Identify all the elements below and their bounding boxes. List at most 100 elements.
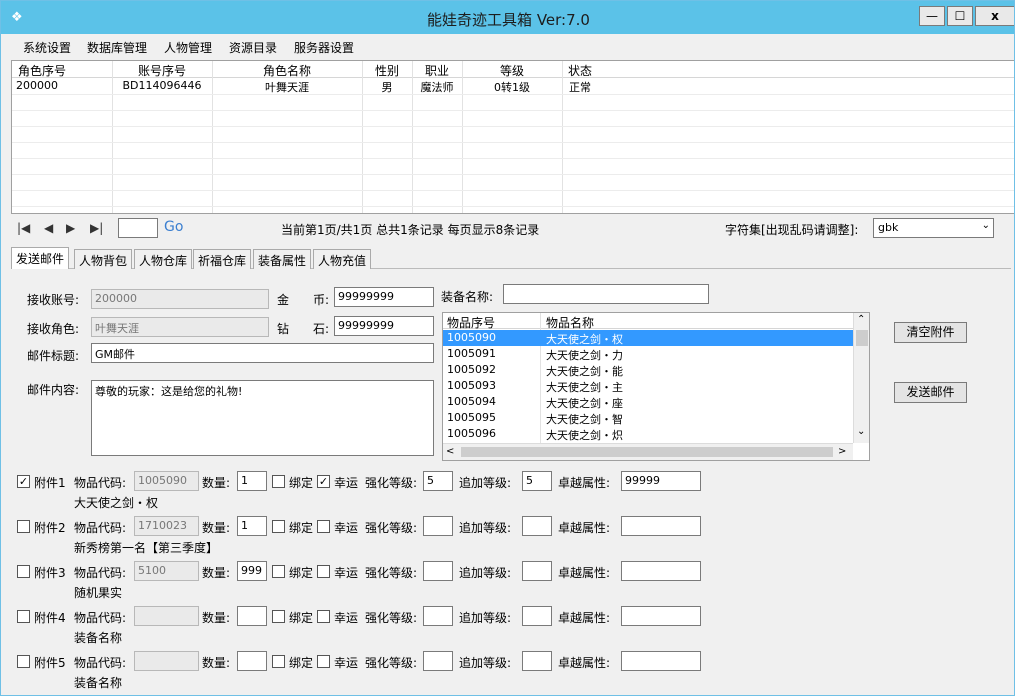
attachment-2-luck-checkbox[interactable] [317,520,330,533]
attachment-5-code-input[interactable] [134,651,199,671]
attachment-5-bind-checkbox[interactable] [272,655,285,668]
col-class[interactable]: 职业 [412,62,462,79]
attachment-4-bind-checkbox[interactable] [272,610,285,623]
list-item[interactable]: 1005091 大天使之剑・力 [443,346,853,362]
menu-character[interactable]: 人物管理 [164,39,212,56]
menu-database[interactable]: 数据库管理 [87,39,147,56]
attachment-1-enhance-input[interactable]: 5 [423,471,453,491]
attachment-3-add-input[interactable] [522,561,552,581]
col-role-id[interactable]: 角色序号 [14,62,110,79]
list-item[interactable]: 1005096 大天使之剑・炽 [443,426,853,442]
attachment-4-enhance-input[interactable] [423,606,453,626]
scroll-thumb[interactable] [856,330,868,346]
maximize-button[interactable]: ☐ [947,6,973,26]
attachment-3-checkbox[interactable] [17,565,30,578]
col-gender[interactable]: 性别 [362,62,412,79]
tab-inventory[interactable]: 人物背包 [74,249,133,269]
attachment-1-add-input[interactable]: 5 [522,471,552,491]
tab-equipment-attributes[interactable]: 装备属性 [253,249,312,269]
col-level[interactable]: 等级 [462,62,562,79]
list-item[interactable]: 1005094 大天使之剑・座 [443,394,853,410]
chevron-right-icon[interactable]: > [838,446,846,457]
attachment-2-code-input[interactable]: 1710023 [134,516,199,536]
list-item[interactable]: 1005090 大天使之剑・权 [443,330,853,346]
tab-warehouse[interactable]: 人物仓库 [134,249,193,269]
attachment-4-excellent-input[interactable] [621,606,701,626]
col-item-name[interactable]: 物品名称 [546,314,594,331]
attachment-5-excellent-input[interactable] [621,651,701,671]
col-status[interactable]: 状态 [562,62,598,79]
scroll-thumb[interactable] [461,447,833,457]
col-account-id[interactable]: 账号序号 [112,62,212,79]
menu-server-settings[interactable]: 服务器设置 [294,39,354,56]
attachment-3-excellent-input[interactable] [621,561,701,581]
attachment-3-code-input[interactable]: 5100 [134,561,199,581]
table-cell[interactable]: 魔法师 [412,79,462,95]
attachment-1-bind-checkbox[interactable] [272,475,285,488]
vertical-scrollbar[interactable]: ⌃ ⌄ [853,313,869,443]
menu-resources[interactable]: 资源目录 [229,39,277,56]
chevron-left-icon[interactable]: < [446,446,454,457]
attachment-4-add-input[interactable] [522,606,552,626]
minimize-button[interactable]: — [919,6,945,26]
gold-input[interactable]: 99999999 [334,287,434,307]
tab-send-mail[interactable]: 发送邮件 [11,247,70,269]
chevron-up-icon[interactable]: ⌃ [857,314,865,325]
attachment-5-enhance-input[interactable] [423,651,453,671]
attachment-3-enhance-input[interactable] [423,561,453,581]
list-item[interactable]: 1005095 大天使之剑・智 [443,410,853,426]
menu-system-settings[interactable]: 系统设置 [23,39,71,56]
attachment-1-checkbox[interactable]: ✓ [17,475,30,488]
page-number-input[interactable] [118,218,158,238]
tab-blessing-warehouse[interactable]: 祈福仓库 [193,249,252,269]
attachment-5-checkbox[interactable] [17,655,30,668]
attachment-3-qty-input[interactable]: 999 [237,561,267,581]
close-button[interactable]: x [975,6,1014,26]
recv-role-input[interactable]: 叶舞天涯 [91,317,269,337]
attachment-2-bind-checkbox[interactable] [272,520,285,533]
diamond-input[interactable]: 99999999 [334,316,434,336]
table-cell[interactable]: BD114096446 [112,79,212,92]
equip-name-input[interactable] [503,284,709,304]
prev-page-icon[interactable]: ◀ [44,221,53,235]
character-grid[interactable]: 角色序号 账号序号 角色名称 性别 职业 等级 状态 200000 BD1140… [11,60,1014,214]
list-item[interactable]: 1005093 大天使之剑・主 [443,378,853,394]
charset-select[interactable]: gbk ⌄ [873,218,994,238]
attachment-1-code-input[interactable]: 1005090 [134,471,199,491]
attachment-2-qty-input[interactable]: 1 [237,516,267,536]
attachment-1-excellent-input[interactable]: 99999 [621,471,701,491]
attachment-2-add-input[interactable] [522,516,552,536]
table-cell[interactable]: 男 [362,79,412,95]
attachment-4-code-input[interactable] [134,606,199,626]
send-mail-button[interactable]: 发送邮件 [894,382,967,403]
item-list[interactable]: 物品序号 物品名称 1005090 大天使之剑・权 1005091 大天使之剑・力 10… [442,312,870,461]
subject-input[interactable]: GM邮件 [91,343,434,363]
attachment-5-add-input[interactable] [522,651,552,671]
attachment-3-luck-checkbox[interactable] [317,565,330,578]
attachment-2-excellent-input[interactable] [621,516,701,536]
chevron-down-icon[interactable]: ⌄ [857,426,865,437]
attachment-5-luck-checkbox[interactable] [317,655,330,668]
attachment-1-luck-checkbox[interactable]: ✓ [317,475,330,488]
col-role-name[interactable]: 角色名称 [212,62,362,79]
attachment-1-qty-input[interactable]: 1 [237,471,267,491]
table-cell[interactable]: 正常 [569,79,591,95]
content-textarea[interactable]: 尊敬的玩家：这是给您的礼物! [91,380,434,456]
table-cell[interactable]: 叶舞天涯 [212,79,362,95]
table-cell[interactable]: 0转1级 [462,79,562,95]
attachment-4-qty-input[interactable] [237,606,267,626]
horizontal-scrollbar[interactable]: < > [443,443,853,460]
attachment-5-qty-input[interactable] [237,651,267,671]
table-cell[interactable]: 200000 [16,79,58,92]
attachment-4-luck-checkbox[interactable] [317,610,330,623]
first-page-icon[interactable]: |◀ [17,221,30,235]
tab-recharge[interactable]: 人物充值 [313,249,372,269]
attachment-2-enhance-input[interactable] [423,516,453,536]
clear-attachments-button[interactable]: 清空附件 [894,322,967,343]
recv-account-input[interactable]: 200000 [91,289,269,309]
col-item-id[interactable]: 物品序号 [447,314,495,331]
last-page-icon[interactable]: ▶| [90,221,103,235]
next-page-icon[interactable]: ▶ [66,221,75,235]
attachment-2-checkbox[interactable] [17,520,30,533]
attachment-3-bind-checkbox[interactable] [272,565,285,578]
